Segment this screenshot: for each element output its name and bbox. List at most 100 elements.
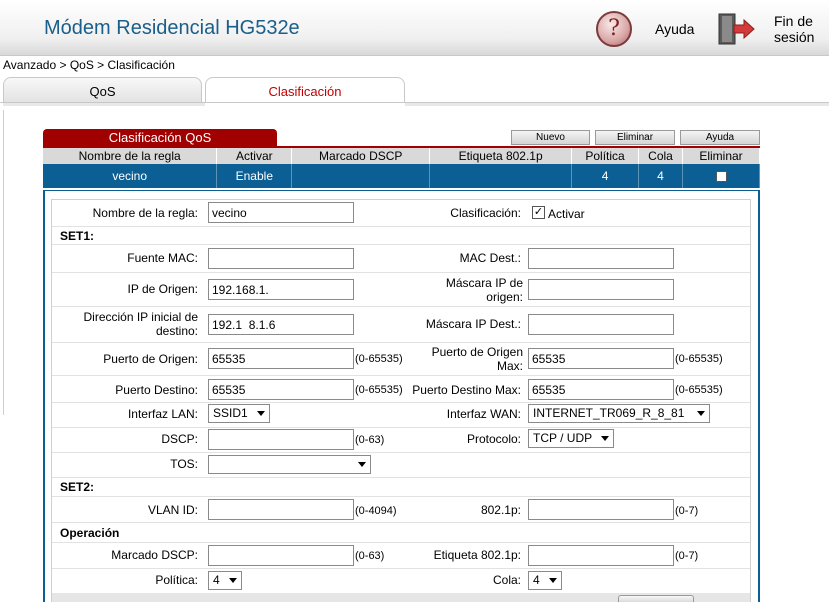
src-port-max-label-line1: Puerto de Origen xyxy=(431,345,523,359)
dscp-input[interactable] xyxy=(208,429,354,450)
row-divider xyxy=(52,306,750,307)
logout-link[interactable]: Fin de sesión xyxy=(774,13,814,45)
dst-ip-label: Dirección IP inicial de destino: xyxy=(52,310,199,338)
tag-8021p-label: Etiqueta 802.1p: xyxy=(433,548,521,562)
dst-port-label: Puerto Destino: xyxy=(115,383,198,397)
logout-icon[interactable] xyxy=(716,12,756,46)
tos-label: TOS: xyxy=(170,457,198,471)
src-mask-input[interactable] xyxy=(528,279,674,300)
lan-interface-value: SSID1 xyxy=(213,406,248,420)
p8021-label: 802.1p: xyxy=(480,503,521,517)
lan-interface-label: Interfaz LAN: xyxy=(127,407,198,421)
section-title: Clasificación QoS xyxy=(43,129,277,147)
dst-port-max-input[interactable] xyxy=(528,379,674,400)
delete-button[interactable]: Eliminar xyxy=(595,130,675,145)
row-divider xyxy=(52,427,750,428)
src-port-max-label: Puerto de Origen Max: xyxy=(400,345,523,373)
delete-checkbox[interactable] xyxy=(715,171,727,183)
mark-dscp-label: Marcado DSCP: xyxy=(111,548,198,562)
dst-mask-input[interactable] xyxy=(528,314,674,335)
col-header-delete: Eliminar xyxy=(682,148,760,164)
rule-name-input[interactable] xyxy=(208,202,354,223)
chevron-down-icon xyxy=(697,411,705,416)
col-header-enable: Activar xyxy=(216,148,293,164)
wan-interface-select[interactable]: INTERNET_TR069_R_8_81 xyxy=(528,404,710,423)
chevron-down-icon xyxy=(358,462,366,467)
breadcrumb: Avanzado > QoS > Clasificación xyxy=(3,58,175,72)
policy-select[interactable]: 4 xyxy=(208,571,242,590)
vlan-id-input[interactable] xyxy=(208,499,354,520)
dst-mask-label: Máscara IP Dest.: xyxy=(425,317,521,331)
src-port-input[interactable] xyxy=(208,348,354,369)
chevron-down-icon xyxy=(257,411,265,416)
p8021-range: (0-7) xyxy=(675,505,699,517)
col-header-queue: Cola xyxy=(638,148,683,164)
row-divider xyxy=(52,522,750,523)
queue-select[interactable]: 4 xyxy=(528,571,562,590)
protocol-label: Protocolo: xyxy=(466,432,521,446)
help-button[interactable]: Ayuda xyxy=(680,130,760,145)
chevron-down-icon xyxy=(601,436,609,441)
src-port-label: Puerto de Origen: xyxy=(103,352,198,366)
col-header-dscp: Marcado DSCP xyxy=(291,148,431,164)
wan-interface-value: INTERNET_TR069_R_8_81 xyxy=(533,406,685,420)
row-divider xyxy=(52,477,750,478)
tag-8021p-range: (0-7) xyxy=(675,550,699,562)
cell-enable: Enable xyxy=(216,164,293,188)
submit-button[interactable] xyxy=(618,595,694,602)
top-header: Módem Residencial HG532e ? Ayuda Fin de … xyxy=(0,0,829,56)
table-row[interactable]: vecino Enable 4 4 xyxy=(43,164,760,188)
cell-queue: 4 xyxy=(638,164,683,188)
vlan-id-label: VLAN ID: xyxy=(147,503,198,517)
p8021-input[interactable] xyxy=(528,499,674,520)
src-port-max-label-line2: Max: xyxy=(496,359,523,373)
protocol-select[interactable]: TCP / UDP xyxy=(528,429,614,448)
src-mac-input[interactable] xyxy=(208,248,354,269)
row-divider xyxy=(52,542,750,543)
dst-mac-input[interactable] xyxy=(528,248,674,269)
set1-heading: SET1: xyxy=(60,229,95,243)
tab-divider-shade-right xyxy=(405,103,829,106)
help-link[interactable]: Ayuda xyxy=(655,21,694,37)
src-port-range: (0-65535) xyxy=(355,353,403,365)
dst-port-range: (0-65535) xyxy=(355,384,403,396)
row-divider xyxy=(52,226,750,227)
chevron-down-icon xyxy=(229,578,237,583)
operation-heading: Operación xyxy=(60,526,120,540)
rule-name-label: Nombre de la regla: xyxy=(92,206,198,220)
src-ip-input[interactable] xyxy=(208,279,354,300)
dst-port-max-range: (0-65535) xyxy=(675,384,723,396)
policy-label: Política: xyxy=(155,573,198,587)
help-glyph: ? xyxy=(608,16,620,41)
tag-8021p-input[interactable] xyxy=(528,545,674,566)
cell-policy: 4 xyxy=(571,164,640,188)
tab-qos[interactable]: QoS xyxy=(3,77,202,103)
tab-clasificacion[interactable]: Clasificación xyxy=(205,77,405,103)
dst-mac-label: MAC Dest.: xyxy=(459,251,521,265)
activate-label: Activar xyxy=(548,207,585,221)
src-port-max-range: (0-65535) xyxy=(675,353,723,365)
src-ip-label: IP de Origen: xyxy=(127,282,199,296)
rules-table: Nombre de la regla Activar Marcado DSCP … xyxy=(43,148,760,188)
app-title: Módem Residencial HG532e xyxy=(44,17,300,39)
row-divider xyxy=(52,342,750,343)
src-mask-label-line2: origen: xyxy=(486,290,523,304)
dscp-label: DSCP: xyxy=(161,432,198,446)
dscp-range: (0-63) xyxy=(355,434,385,446)
set2-heading: SET2: xyxy=(60,480,95,494)
col-header-policy: Política xyxy=(571,148,640,164)
lan-interface-select[interactable]: SSID1 xyxy=(208,404,270,423)
help-icon[interactable]: ? xyxy=(596,11,632,47)
activate-checkbox[interactable]: ✓ xyxy=(532,206,545,219)
mark-dscp-input[interactable] xyxy=(208,545,354,566)
dst-port-input[interactable] xyxy=(208,379,354,400)
tos-select[interactable] xyxy=(208,455,371,474)
new-button[interactable]: Nuevo xyxy=(511,130,590,145)
dst-ip-input[interactable] xyxy=(208,314,354,335)
src-port-max-input[interactable] xyxy=(528,348,674,369)
queue-label: Cola: xyxy=(492,573,521,587)
row-divider xyxy=(52,402,750,403)
logout-label-line2: sesión xyxy=(774,29,815,45)
row-divider xyxy=(52,568,750,569)
vlan-id-range: (0-4094) xyxy=(355,505,397,517)
